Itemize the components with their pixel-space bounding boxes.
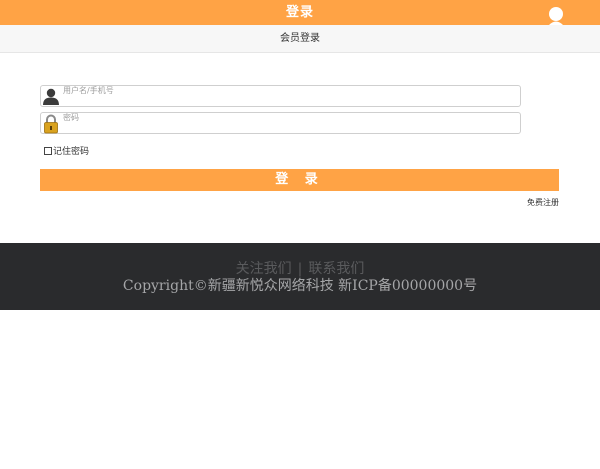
remember-password-label: 记住密码 (53, 147, 90, 157)
user-icon[interactable] (546, 7, 566, 25)
password-input[interactable] (62, 113, 512, 133)
footer: 关注我们 | 联系我们 Copyright©新疆新悦众网络科技 新ICP备00000… (0, 243, 600, 310)
register-link[interactable]: 免费注册 (510, 197, 559, 209)
follow-us-link[interactable]: 关注我们 (236, 261, 292, 277)
section-title: 会员登录 (280, 33, 320, 44)
login-button[interactable]: 登 录 (40, 169, 559, 191)
user-avatar-icon (42, 87, 60, 105)
footer-separator: | (297, 261, 303, 277)
top-header: 登录 (0, 0, 600, 25)
footer-links: 关注我们 | 联系我们 (0, 260, 600, 278)
checkbox-icon[interactable] (44, 146, 52, 155)
password-field[interactable]: 密码 (40, 112, 521, 134)
copyright-text: Copyright©新疆新悦众网络科技 新ICP备00000000号 (122, 278, 478, 294)
sub-header: 会员登录 (0, 25, 600, 53)
username-field[interactable]: 用户名/手机号 (40, 85, 521, 107)
contact-us-link[interactable]: 联系我们 (308, 261, 364, 277)
remember-password-checkbox[interactable]: 记住密码 (44, 146, 89, 158)
padlock-icon (42, 114, 60, 134)
page-title: 登录 (285, 5, 314, 20)
username-input[interactable] (62, 86, 512, 106)
